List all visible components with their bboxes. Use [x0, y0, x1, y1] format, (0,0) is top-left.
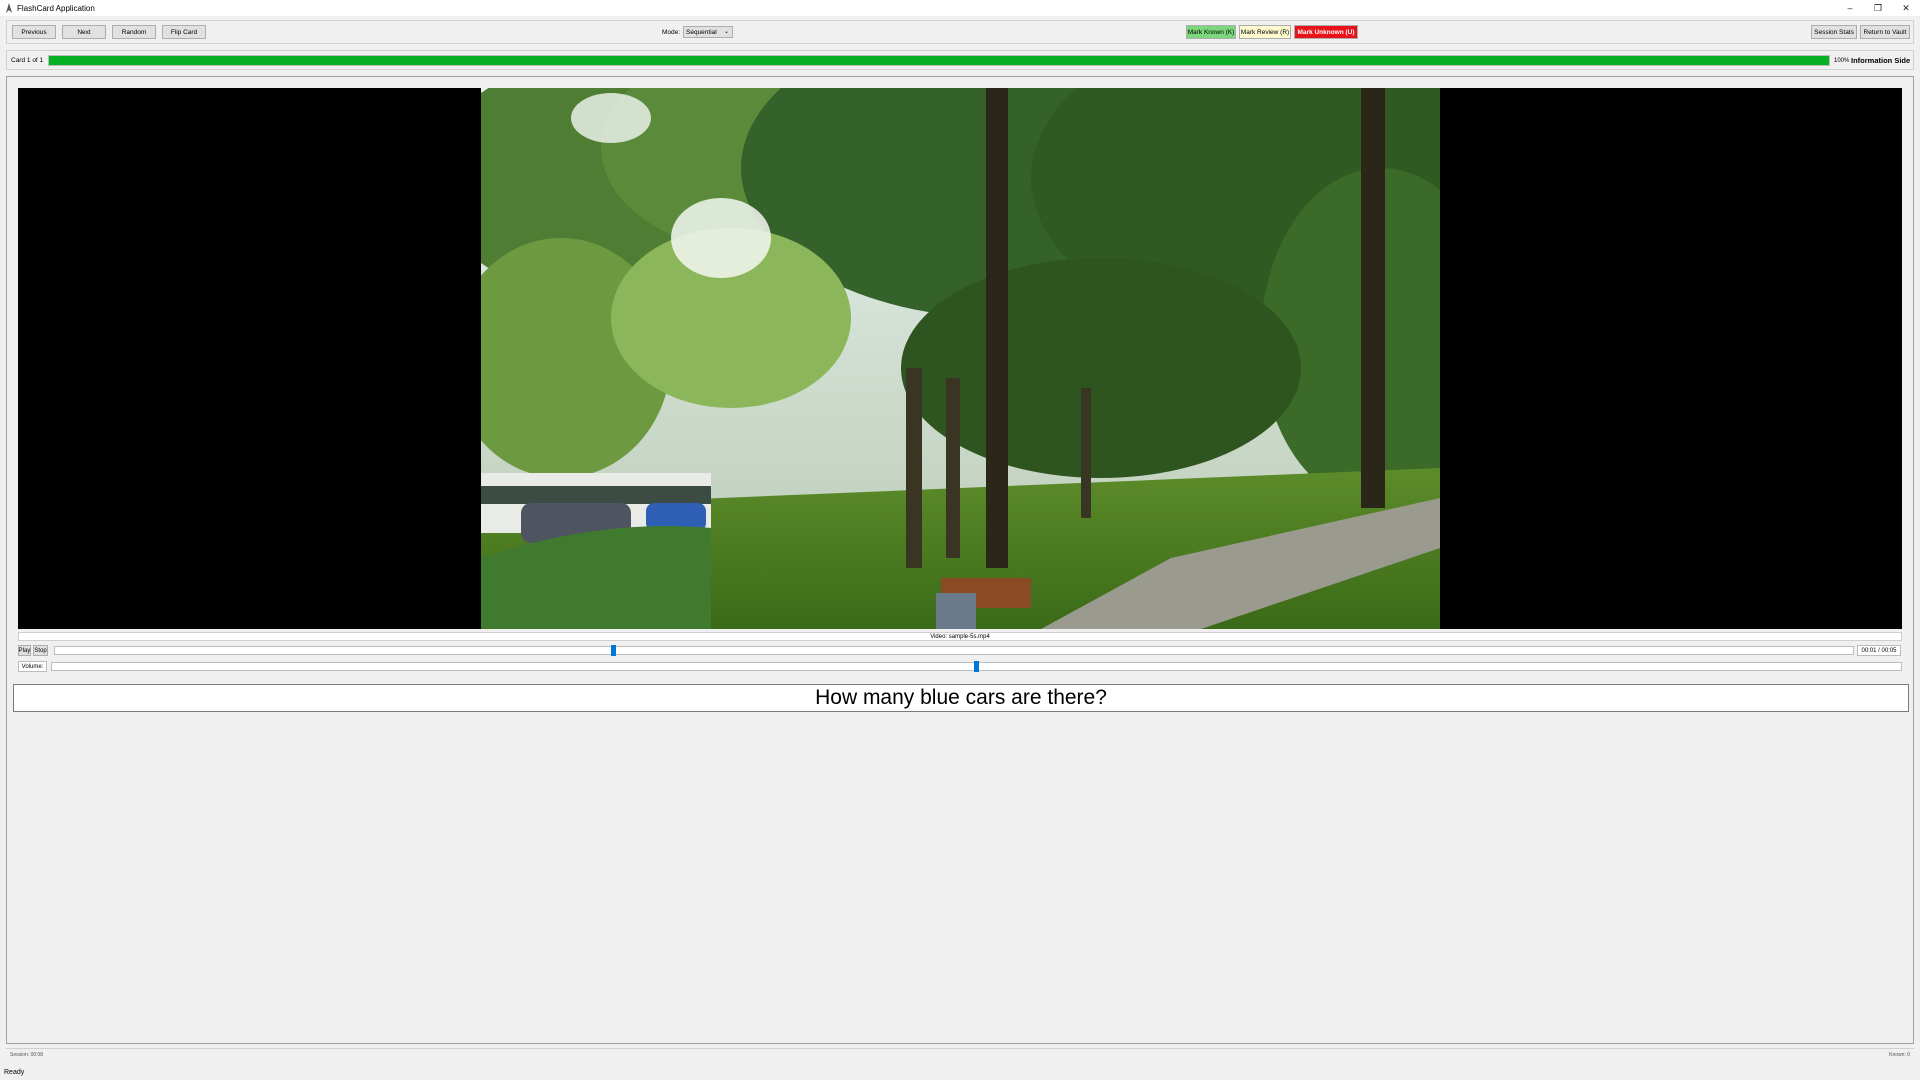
video-player[interactable] [18, 88, 1902, 629]
session-stats-button[interactable]: Session Stats [1811, 25, 1857, 39]
progress-row: Card 1 of 1 100% Information Side [6, 50, 1914, 70]
video-caption: Video: sample-5s.mp4 [18, 632, 1902, 641]
volume-slider[interactable] [51, 661, 1902, 672]
session-timer: Session: 00:08 [10, 1052, 44, 1058]
minimize-icon[interactable]: – [1836, 0, 1864, 16]
return-to-vault-button[interactable]: Return to Vault [1860, 25, 1910, 39]
video-frame-image [481, 88, 1440, 629]
next-button[interactable]: Next [62, 25, 106, 39]
time-readout: 00:01 / 00:05 [1857, 645, 1901, 656]
stop-button[interactable]: Stop [33, 645, 48, 656]
volume-slider-thumb[interactable] [974, 661, 979, 672]
toolbar: Previous Next Random Flip Card Mode: Seq… [6, 20, 1914, 44]
app-logo-icon [3, 2, 15, 14]
random-button[interactable]: Random [112, 25, 156, 39]
seek-slider[interactable] [54, 645, 1854, 656]
app-window: FlashCard Application – ❐ ✕ Previous Nex… [0, 0, 1920, 1080]
volume-label: Volume: [18, 661, 47, 672]
progress-bar-fill [49, 56, 1829, 65]
card-panel: Video: sample-5s.mp4 Play Stop 00:01 / 0… [6, 76, 1914, 1044]
play-button[interactable]: Play [18, 645, 31, 656]
progress-percent: 100% [1834, 58, 1850, 64]
restore-icon[interactable]: ❐ [1864, 0, 1892, 16]
mode-select-value: Sequential [686, 28, 717, 36]
mode-select[interactable]: Sequential ⌄ [683, 26, 733, 38]
card-side-label: Information Side [1851, 56, 1911, 65]
previous-button[interactable]: Previous [12, 25, 56, 39]
close-icon[interactable]: ✕ [1892, 0, 1920, 16]
flip-card-button[interactable]: Flip Card [162, 25, 206, 39]
card-counter: Card 1 of 1 [11, 57, 44, 64]
mark-unknown-button[interactable]: Mark Unknown (U) [1294, 25, 1358, 39]
mode-label: Mode: [662, 29, 681, 36]
status-bar: Ready [0, 1064, 1920, 1080]
status-text: Ready [4, 1069, 25, 1076]
seek-slider-thumb[interactable] [611, 645, 616, 656]
progress-bar [48, 55, 1830, 66]
card-question: How many blue cars are there? [13, 684, 1909, 712]
chevron-down-icon: ⌄ [723, 29, 729, 35]
video-frame [481, 88, 1440, 629]
window-controls: – ❐ ✕ [1836, 0, 1920, 16]
known-count: Known: 0 [1889, 1052, 1910, 1058]
mark-known-button[interactable]: Mark Known (K) [1186, 25, 1236, 39]
mark-review-button[interactable]: Mark Review (R) [1239, 25, 1291, 39]
title-bar: FlashCard Application – ❐ ✕ [0, 0, 1920, 16]
window-title: FlashCard Application [17, 3, 95, 13]
session-footer: Session: 00:08 Known: 0 [6, 1048, 1914, 1060]
